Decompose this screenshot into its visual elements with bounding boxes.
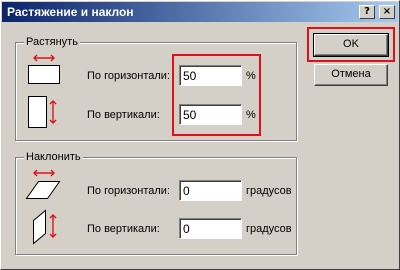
skew-horizontal-label: По горизонтали: <box>87 185 170 197</box>
stretch-vertical-icon <box>28 96 57 128</box>
ok-button[interactable]: OK <box>313 33 389 57</box>
dialog-title: Растяжение и наклон <box>7 5 134 19</box>
skew-legend: Наклонить <box>24 151 83 164</box>
stretch-skew-dialog: Растяжение и наклон ? × Растянуть По гор… <box>0 0 400 270</box>
stretch-vertical-unit: % <box>246 109 256 121</box>
skew-horizontal-unit: градусов <box>246 185 292 197</box>
cancel-button[interactable]: Отмена <box>314 64 388 86</box>
title-bar[interactable]: Растяжение и наклон ? × <box>2 2 398 22</box>
stretch-vertical-input[interactable] <box>179 104 242 125</box>
skew-vertical-input[interactable] <box>179 218 242 239</box>
stretch-vertical-label: По вертикали: <box>87 109 160 121</box>
help-button[interactable]: ? <box>359 5 375 19</box>
skew-vertical-label: По вертикали: <box>87 223 160 235</box>
stretch-horizontal-unit: % <box>246 70 256 82</box>
skew-vertical-icon <box>33 209 57 245</box>
skew-vertical-unit: градусов <box>246 223 292 235</box>
stretch-legend: Растянуть <box>24 36 80 49</box>
stretch-horizontal-input[interactable] <box>179 65 242 86</box>
close-button[interactable]: × <box>379 5 395 19</box>
stretch-horizontal-label: По горизонтали: <box>87 70 170 82</box>
skew-horizontal-icon <box>25 169 61 199</box>
stretch-horizontal-icon <box>28 54 60 84</box>
skew-horizontal-input[interactable] <box>179 180 242 201</box>
